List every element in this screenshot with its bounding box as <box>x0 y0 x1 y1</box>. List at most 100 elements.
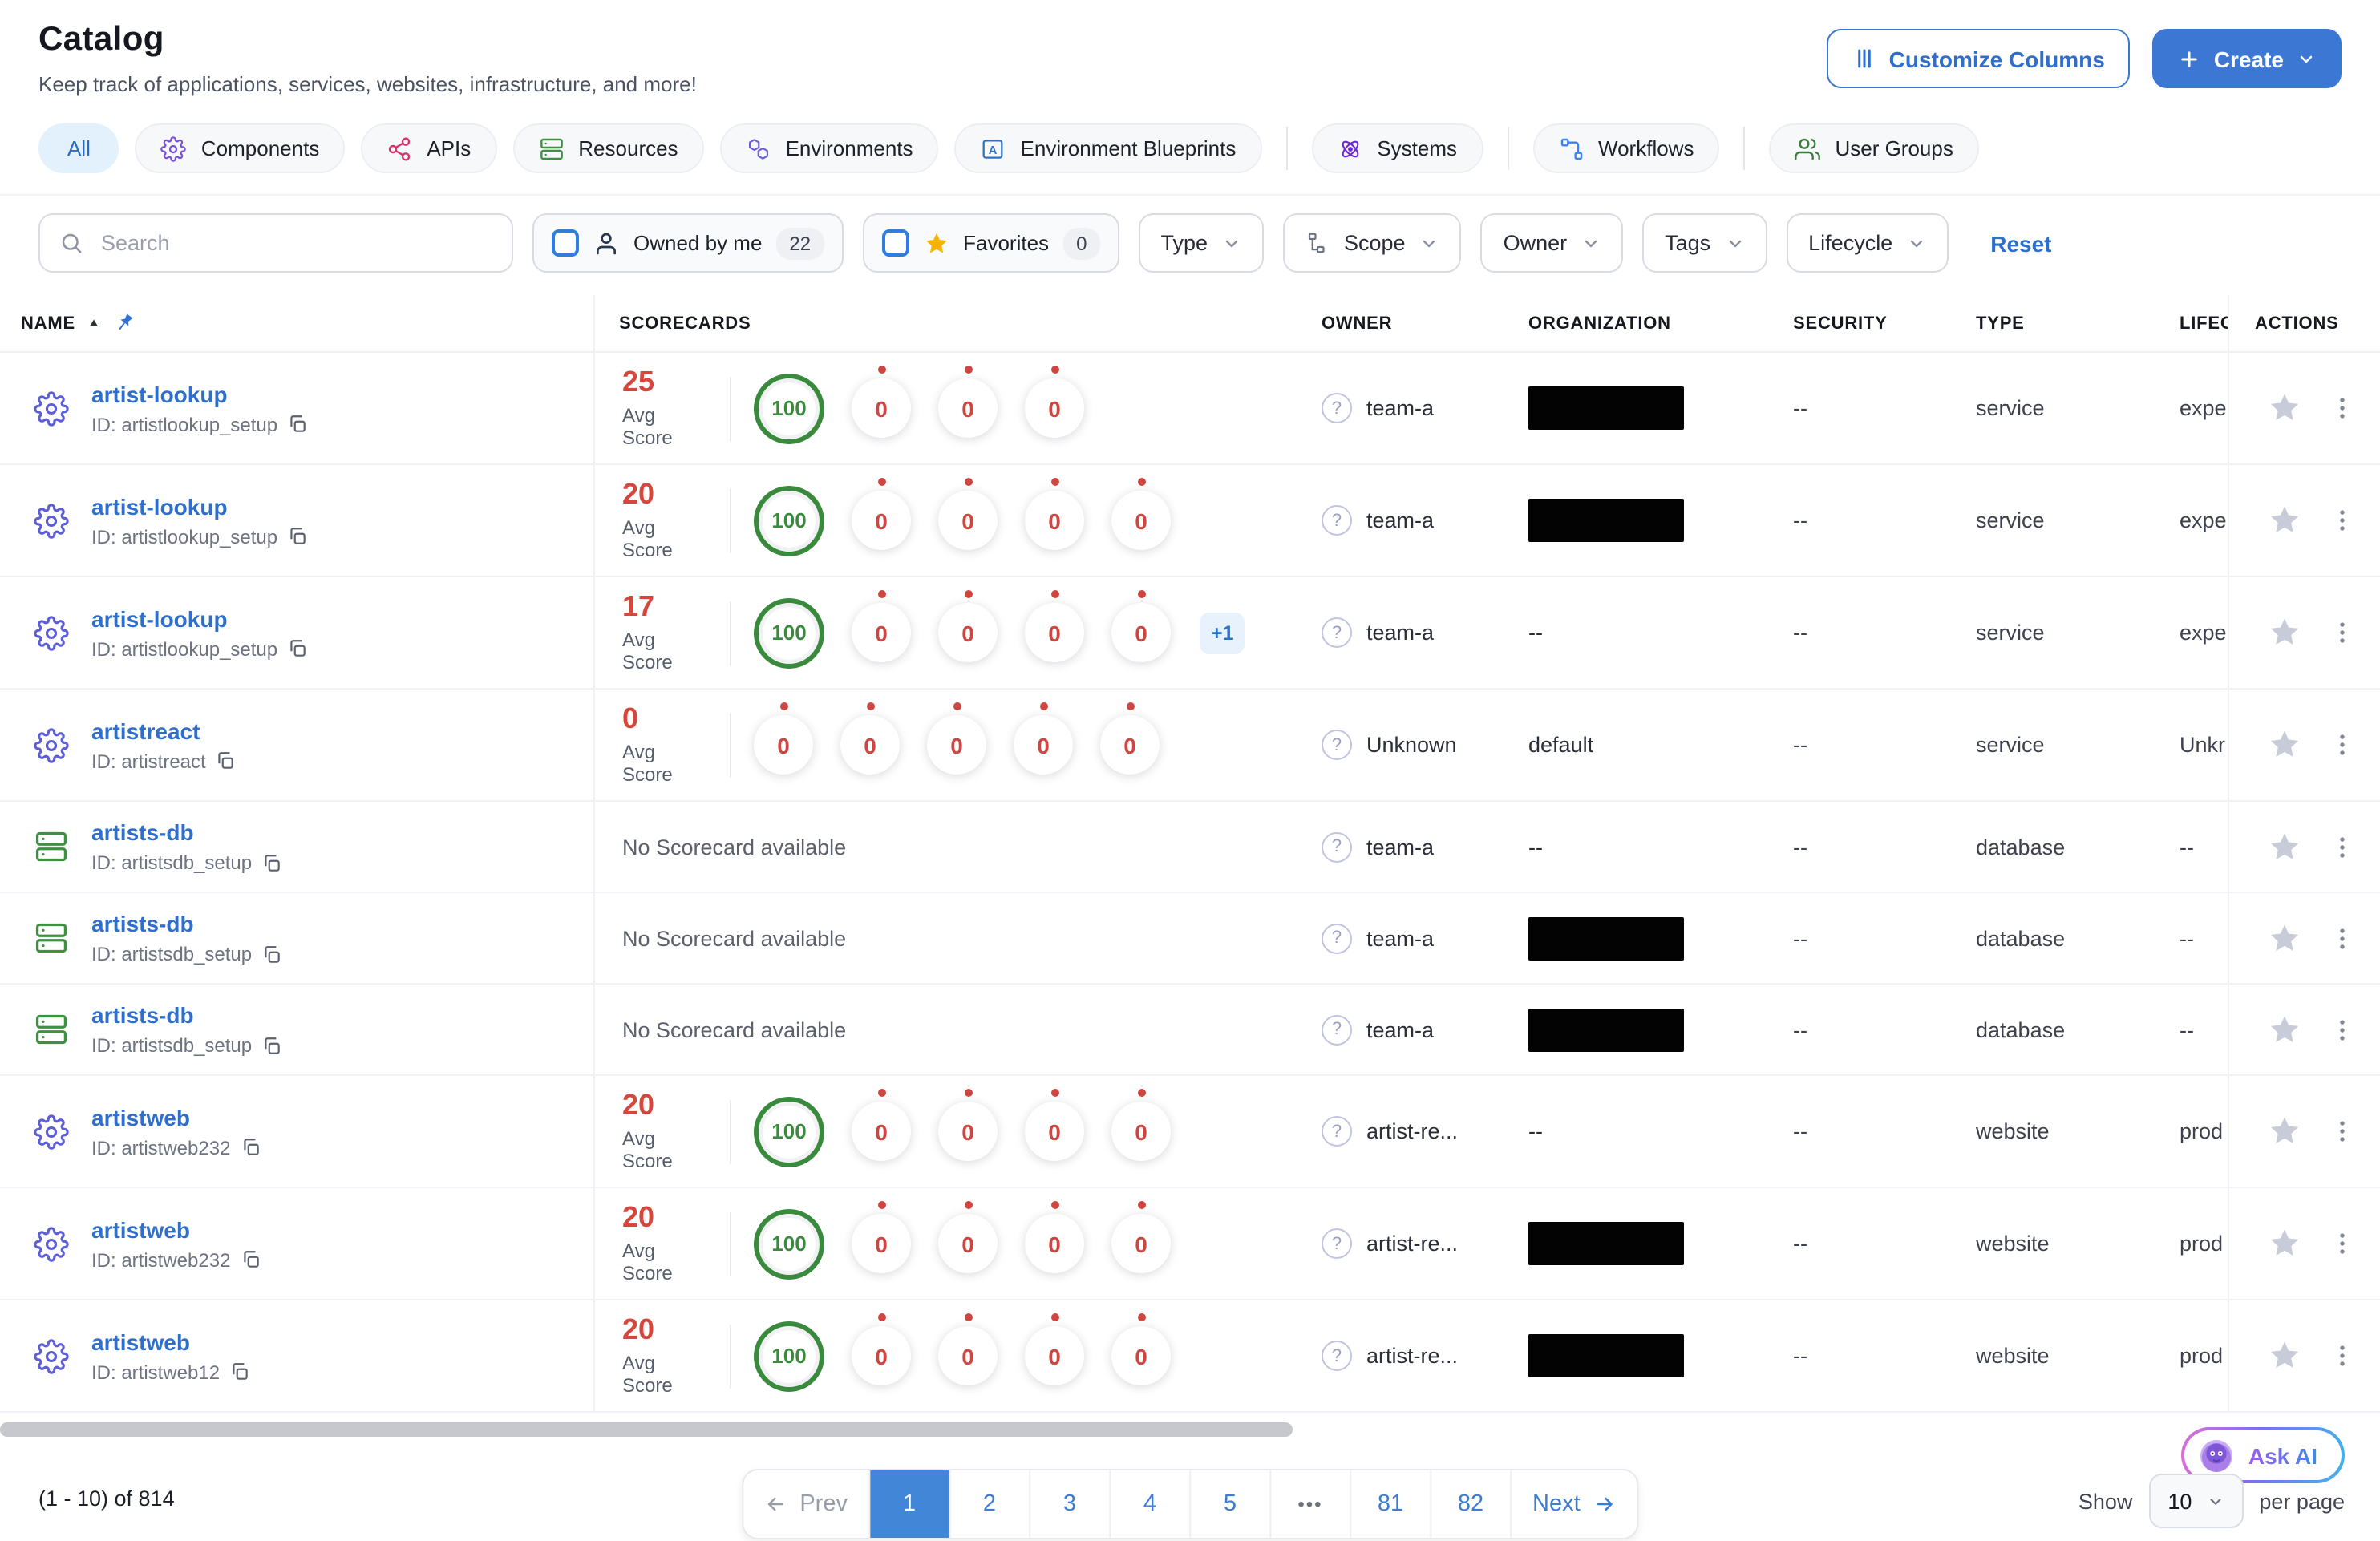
pagination-page-2[interactable]: 2 <box>950 1470 1030 1538</box>
scorecard-badge[interactable]: 0 <box>938 491 998 550</box>
star-filled-icon[interactable] <box>2268 391 2301 425</box>
star-filled-icon[interactable] <box>2268 728 2301 762</box>
scorecard-badge[interactable]: 0 <box>840 715 900 775</box>
scorecard-badge[interactable]: 100 <box>754 597 824 668</box>
scorecard-badge[interactable]: 0 <box>1025 1326 1084 1385</box>
tab-environment-blueprints[interactable]: AEnvironment Blueprints <box>955 123 1262 173</box>
scorecard-badge[interactable]: 0 <box>1111 603 1171 662</box>
kebab-icon[interactable] <box>2329 394 2356 422</box>
owned-by-me-filter[interactable]: Owned by me 22 <box>532 213 843 273</box>
scorecard-badge[interactable]: 0 <box>1014 715 1073 775</box>
customize-columns-button[interactable]: Customize Columns <box>1827 29 2131 88</box>
tab-apis[interactable]: APIs <box>361 123 496 173</box>
column-header-scorecards[interactable]: SCORECARDS <box>595 295 1315 351</box>
scorecard-badge[interactable]: 0 <box>938 1214 998 1273</box>
scorecard-badge[interactable]: 0 <box>1025 1214 1084 1273</box>
scorecard-badge[interactable]: 0 <box>852 1326 911 1385</box>
scorecard-badge[interactable]: 0 <box>938 1102 998 1161</box>
scorecard-badge[interactable]: 0 <box>927 715 986 775</box>
favorites-filter[interactable]: Favorites 0 <box>862 213 1119 273</box>
column-header-type[interactable]: TYPE <box>1963 295 2160 351</box>
pagination-page-ellipsis[interactable]: ••• <box>1271 1470 1351 1538</box>
filter-dropdown-tags[interactable]: Tags <box>1642 213 1767 273</box>
horizontal-scrollbar[interactable] <box>0 1422 1293 1437</box>
scorecard-badge[interactable]: 0 <box>1100 715 1160 775</box>
scorecard-badge[interactable]: 0 <box>1111 1214 1171 1273</box>
scorecard-badge[interactable]: 0 <box>852 603 911 662</box>
star-filled-icon[interactable] <box>2268 616 2301 649</box>
entity-name-link[interactable]: artists-db <box>91 1002 282 1028</box>
column-header-security[interactable]: SECURITY <box>1777 295 1963 351</box>
entity-name-link[interactable]: artist-lookup <box>91 493 308 519</box>
copy-icon[interactable] <box>229 1361 250 1382</box>
tab-environments[interactable]: Environments <box>720 123 939 173</box>
scorecard-badge[interactable]: 0 <box>754 715 813 775</box>
column-header-lifecycle[interactable]: LIFEC <box>2160 295 2228 351</box>
column-header-owner[interactable]: OWNER <box>1315 295 1512 351</box>
kebab-icon[interactable] <box>2329 924 2356 952</box>
scorecard-badge[interactable]: 100 <box>754 485 824 556</box>
star-filled-icon[interactable] <box>2268 1339 2301 1373</box>
entity-name-link[interactable]: artistweb <box>91 1216 261 1242</box>
scorecard-badge[interactable]: 0 <box>852 378 911 438</box>
copy-icon[interactable] <box>240 1137 261 1158</box>
search-input[interactable] <box>98 229 492 257</box>
filter-dropdown-type[interactable]: Type <box>1138 213 1264 273</box>
entity-name-link[interactable]: artistweb <box>91 1104 261 1130</box>
create-button[interactable]: Create <box>2153 29 2342 88</box>
more-scorecards-chip[interactable]: +1 <box>1200 612 1245 653</box>
star-filled-icon[interactable] <box>2268 504 2301 537</box>
copy-icon[interactable] <box>287 638 308 659</box>
pagination-page-3[interactable]: 3 <box>1030 1470 1111 1538</box>
star-filled-icon[interactable] <box>2268 1227 2301 1260</box>
reset-filters-button[interactable]: Reset <box>1981 229 2061 257</box>
entity-name-link[interactable]: artistreact <box>91 718 237 743</box>
scorecard-badge[interactable]: 0 <box>938 378 998 438</box>
scorecard-badge[interactable]: 0 <box>938 1326 998 1385</box>
tab-workflows[interactable]: Workflows <box>1532 123 1719 173</box>
copy-icon[interactable] <box>287 414 308 435</box>
entity-name-link[interactable]: artists-db <box>91 819 282 845</box>
scorecard-badge[interactable]: 0 <box>852 491 911 550</box>
scorecard-badge[interactable]: 100 <box>754 1096 824 1167</box>
pagination-page-4[interactable]: 4 <box>1111 1470 1191 1538</box>
entity-name-link[interactable]: artistweb <box>91 1329 250 1354</box>
copy-icon[interactable] <box>261 852 282 873</box>
scorecard-badge[interactable]: 0 <box>1111 1102 1171 1161</box>
scorecard-badge[interactable]: 0 <box>852 1102 911 1161</box>
scorecard-badge[interactable]: 0 <box>852 1214 911 1273</box>
owned-by-me-checkbox[interactable] <box>552 229 579 257</box>
pagination-page-81[interactable]: 81 <box>1351 1470 1431 1538</box>
copy-icon[interactable] <box>240 1249 261 1270</box>
filter-dropdown-scope[interactable]: Scope <box>1283 213 1462 273</box>
kebab-icon[interactable] <box>2329 619 2356 646</box>
scorecard-badge[interactable]: 0 <box>1111 491 1171 550</box>
entity-name-link[interactable]: artist-lookup <box>91 381 308 406</box>
kebab-icon[interactable] <box>2329 833 2356 860</box>
pin-icon[interactable] <box>112 311 136 335</box>
filter-dropdown-owner[interactable]: Owner <box>1481 213 1624 273</box>
copy-icon[interactable] <box>216 750 237 771</box>
scorecard-badge[interactable]: 100 <box>754 373 824 443</box>
tab-resources[interactable]: Resources <box>512 123 703 173</box>
kebab-icon[interactable] <box>2329 1342 2356 1369</box>
tab-user-groups[interactable]: User Groups <box>1769 123 1978 173</box>
star-filled-icon[interactable] <box>2268 1114 2301 1148</box>
column-header-name[interactable]: NAME <box>0 295 595 351</box>
pagination-page-1[interactable]: 1 <box>870 1470 950 1538</box>
kebab-icon[interactable] <box>2329 731 2356 758</box>
kebab-icon[interactable] <box>2329 1016 2356 1043</box>
scorecard-badge[interactable]: 0 <box>1025 1102 1084 1161</box>
kebab-icon[interactable] <box>2329 1230 2356 1257</box>
page-size-select[interactable]: 10 <box>2148 1474 2243 1528</box>
pagination-page-5[interactable]: 5 <box>1191 1470 1271 1538</box>
entity-name-link[interactable]: artists-db <box>91 911 282 936</box>
favorites-checkbox[interactable] <box>881 229 909 257</box>
column-header-organization[interactable]: ORGANIZATION <box>1512 295 1777 351</box>
scorecard-badge[interactable]: 0 <box>1111 1326 1171 1385</box>
star-filled-icon[interactable] <box>2268 921 2301 955</box>
copy-icon[interactable] <box>261 944 282 965</box>
entity-name-link[interactable]: artist-lookup <box>91 605 308 631</box>
star-filled-icon[interactable] <box>2268 830 2301 864</box>
tab-systems[interactable]: Systems <box>1311 123 1483 173</box>
